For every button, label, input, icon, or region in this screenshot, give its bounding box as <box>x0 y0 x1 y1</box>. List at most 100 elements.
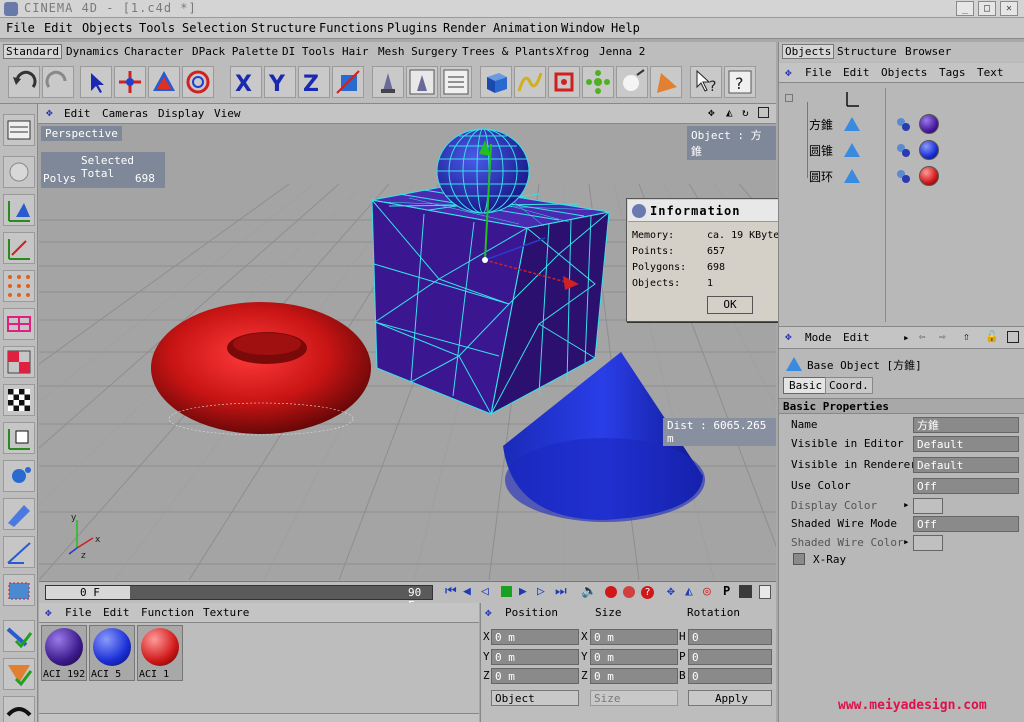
checker-tool-icon[interactable] <box>3 384 35 416</box>
object-menu-objects[interactable]: Objects <box>881 66 927 79</box>
object-menu-text[interactable]: Text <box>977 66 1004 79</box>
tab-dynamics[interactable]: Dynamics <box>66 45 119 58</box>
prop-visible-renderer-select[interactable]: Default <box>913 457 1019 473</box>
tab-hair[interactable]: Hair <box>342 45 369 58</box>
menu-functions[interactable]: Functions <box>319 21 384 35</box>
key-position-icon[interactable]: ✥ <box>667 584 675 599</box>
light-icon[interactable] <box>616 66 648 98</box>
prop-name-input[interactable]: 方錐 <box>913 417 1019 433</box>
play-backward-icon[interactable]: ◁ <box>481 584 489 599</box>
size-y-input[interactable]: 0 m <box>590 649 678 665</box>
tab-character[interactable]: Character <box>124 45 184 58</box>
tab-trees-plants[interactable]: Trees & Plants <box>462 45 555 58</box>
object-column-divider[interactable] <box>885 88 886 322</box>
render-view-icon[interactable] <box>372 66 404 98</box>
menu-selection[interactable]: Selection <box>182 21 247 35</box>
size-z-input[interactable]: 0 m <box>590 668 678 684</box>
menu-objects[interactable]: Objects <box>82 21 133 35</box>
apply-button[interactable]: Apply <box>688 690 772 706</box>
object-row-torus[interactable]: 圆环 <box>809 166 1021 186</box>
viewport-move-icon[interactable]: ✥ <box>708 106 715 119</box>
redo-icon[interactable] <box>42 66 74 98</box>
sound-icon[interactable]: 🔈 <box>581 584 597 599</box>
box-object[interactable] <box>371 185 610 415</box>
key-help-icon[interactable]: ? <box>641 586 654 599</box>
material-swatch-aci-5[interactable]: ACI 5 <box>89 625 135 681</box>
object-row-cone[interactable]: 圆锥 <box>809 140 1021 160</box>
prop-shaded-wire-mode-select[interactable]: Off <box>913 516 1019 532</box>
menu-render[interactable]: Render <box>443 21 486 35</box>
help-pointer-icon[interactable]: ? <box>690 66 722 98</box>
use-object-axis-icon[interactable] <box>3 194 35 226</box>
material-scroll-strip[interactable] <box>39 713 479 722</box>
spline-icon[interactable] <box>514 66 546 98</box>
prop-use-color-select[interactable]: Off <box>913 478 1019 494</box>
new-manager-icon[interactable] <box>1007 331 1019 343</box>
next-key-icon[interactable]: ▷ <box>537 584 545 599</box>
menu-window[interactable]: Window <box>561 21 604 35</box>
position-z-input[interactable]: 0 m <box>491 668 579 684</box>
menu-plugins[interactable]: Plugins <box>387 21 438 35</box>
rotation-p-input[interactable]: 0 <box>688 649 772 665</box>
cube-primitive-icon[interactable] <box>480 66 512 98</box>
tab-objects[interactable]: Objects <box>782 44 835 59</box>
render-picture-viewer-icon[interactable] <box>406 66 438 98</box>
shaded-wire-color-arrow-icon[interactable]: ▸ <box>903 535 910 548</box>
move-icon[interactable] <box>114 66 146 98</box>
scene-object-icon[interactable] <box>650 66 682 98</box>
viewport-menu-view[interactable]: View <box>214 107 241 120</box>
object-row-box[interactable]: 方錐 <box>809 114 1021 134</box>
prop-visible-editor-select[interactable]: Default <box>913 436 1019 452</box>
menu-structure[interactable]: Structure <box>251 21 316 35</box>
menu-help[interactable]: Help <box>611 21 640 35</box>
rotation-b-input[interactable]: 0 <box>688 668 772 684</box>
knife-tool-icon[interactable] <box>3 498 35 530</box>
tab-browser[interactable]: Browser <box>905 45 951 58</box>
workplane-icon[interactable] <box>3 696 35 722</box>
menu-tools[interactable]: Tools <box>139 21 175 35</box>
rotate-icon[interactable] <box>182 66 214 98</box>
material-menu-edit[interactable]: Edit <box>103 606 130 619</box>
attribute-menu-mode[interactable]: Mode <box>805 331 832 344</box>
tree-expander[interactable] <box>785 94 793 102</box>
viewport-menu-display[interactable]: Display <box>158 107 204 120</box>
y-axis-lock-icon[interactable]: Y <box>264 66 296 98</box>
go-to-end-icon[interactable]: ⏭ <box>555 584 567 599</box>
record-icon[interactable] <box>605 586 617 598</box>
coordinate-system-icon[interactable] <box>332 66 364 98</box>
go-to-start-icon[interactable]: ⏮ <box>445 584 457 599</box>
enable-snapping-icon[interactable] <box>3 658 35 690</box>
render-settings-icon[interactable] <box>440 66 472 98</box>
play-forward-icon[interactable]: ▶ <box>519 584 527 599</box>
key-parameter-icon[interactable]: P <box>723 584 730 598</box>
nurbs-icon[interactable] <box>548 66 580 98</box>
object-menu-file[interactable]: File <box>805 66 832 79</box>
tab-dpack-palette[interactable]: DPack Palette <box>192 45 278 58</box>
tab-structure[interactable]: Structure <box>837 45 897 58</box>
use-polygon-tool-icon[interactable] <box>3 346 35 378</box>
viewport-menu-cameras[interactable]: Cameras <box>102 107 148 120</box>
x-axis-lock-icon[interactable]: X <box>230 66 262 98</box>
use-model-tool-icon[interactable] <box>3 114 35 146</box>
tab-di-tools[interactable]: DI Tools <box>282 45 335 58</box>
position-x-input[interactable]: 0 m <box>491 629 579 645</box>
object-menu-edit[interactable]: Edit <box>843 66 870 79</box>
stop-icon[interactable] <box>501 586 512 597</box>
undo-icon[interactable] <box>8 66 40 98</box>
material-menu-file[interactable]: File <box>65 606 92 619</box>
up-arrow-icon[interactable]: ⇧ <box>963 330 970 343</box>
viewport-maximize-icon[interactable] <box>758 107 769 118</box>
close-button[interactable]: ✕ <box>1000 1 1018 16</box>
torus-object[interactable] <box>151 302 371 436</box>
object-menu-tags[interactable]: Tags <box>939 66 966 79</box>
tab-jenna-2[interactable]: Jenna 2 <box>599 45 645 58</box>
size-x-input[interactable]: 0 m <box>590 629 678 645</box>
z-axis-lock-icon[interactable]: Z <box>298 66 330 98</box>
key-scale-icon[interactable]: ◭ <box>685 584 693 599</box>
coordinate-mode-select[interactable]: Object <box>491 690 579 706</box>
key-point-level-icon[interactable] <box>739 585 752 598</box>
use-object-tool-icon[interactable] <box>3 156 35 188</box>
viewport-rotate-icon[interactable]: ↻ <box>742 106 749 119</box>
back-arrow-icon[interactable]: ⇦ <box>919 330 926 343</box>
viewport-zoom-icon[interactable]: ◭ <box>726 106 733 119</box>
